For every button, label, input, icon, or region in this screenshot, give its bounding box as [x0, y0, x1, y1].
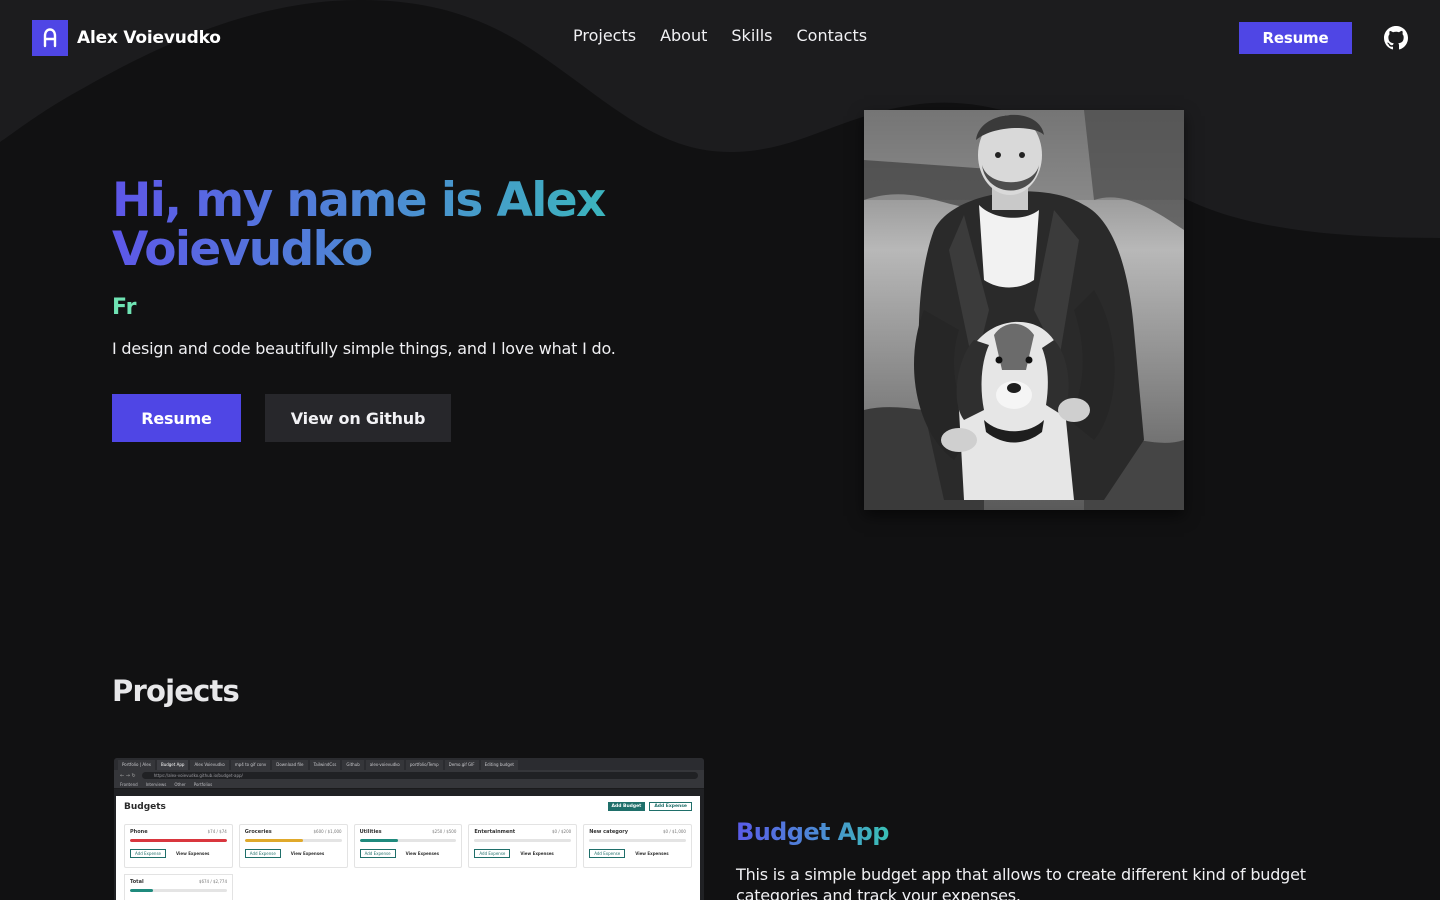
budget-card-progress	[244, 839, 303, 842]
browser-address-bar: ← → ↻ https://alex-voievudko.github.io/b…	[114, 770, 704, 781]
budget-card-name: Groceries	[244, 829, 272, 835]
budget-card-view-expenses: View Expenses	[290, 851, 325, 856]
budget-card-view-expenses: View Expenses	[405, 851, 440, 856]
nav-link-about[interactable]: About	[660, 26, 707, 45]
browser-tab: Portfolio | Alex	[118, 760, 155, 770]
budget-card-add-expense: Add Expense	[589, 849, 626, 858]
budget-card-progress	[130, 839, 227, 842]
bookmark: Other	[174, 782, 186, 787]
logo-text: Alex Voievudko	[77, 28, 221, 48]
browser-tab: portfolio/Temp	[405, 760, 443, 770]
nav-link-projects[interactable]: Projects	[573, 26, 636, 45]
github-link[interactable]	[1384, 26, 1408, 50]
budget-app-page: Budgets Add Budget Add Expense Phone $74 …	[116, 796, 700, 900]
project-description: This is a simple budget app that allows …	[736, 865, 1306, 900]
logo-mark-icon	[32, 20, 68, 56]
budget-card-add-expense: Add Expense	[474, 849, 511, 858]
browser-tab: alex-voievudko	[365, 760, 404, 770]
project-name: Budget App	[736, 818, 889, 846]
browser-nav-icons: ← → ↻	[120, 772, 136, 779]
budget-card: Entertainment $0 / $200 Add Expense View Ex…	[468, 824, 578, 868]
budget-cards: Phone $74 / $74 Add Expense View Expenses Gr…	[124, 824, 692, 868]
budget-card-amount: $74 / $74	[207, 829, 227, 834]
browser-tab: mp4 to gif conv	[230, 760, 271, 770]
bookmark: Interviews	[145, 782, 167, 787]
github-icon	[1384, 26, 1408, 50]
site-header: Alex Voievudko Projects About Skills Con…	[0, 0, 1440, 76]
add-expense-button: Add Expense	[649, 802, 692, 811]
header-resume-button[interactable]: Resume	[1239, 22, 1352, 54]
hero-description: I design and code beautifully simple thi…	[112, 339, 616, 358]
bookmark: Portfolios	[193, 782, 213, 787]
hero-typed-text: Fr	[112, 295, 137, 320]
budget-total-progress	[130, 889, 154, 892]
hero-title: Hi, my name is Alex Voievudko	[112, 176, 672, 274]
profile-photo	[864, 110, 1184, 510]
budget-card-name: Entertainment	[474, 829, 516, 835]
browser-tab: Demo.gif GIF	[444, 760, 479, 770]
browser-tab: Github	[342, 760, 364, 770]
budget-total-card: Total $674 / $2,774	[124, 874, 233, 900]
browser-url: https://alex-voievudko.github.io/budget-…	[141, 772, 698, 779]
browser-tab: Alex Voievudko	[190, 760, 229, 770]
budget-card-progress	[359, 839, 399, 842]
view-on-github-button[interactable]: View on Github	[265, 394, 451, 442]
budget-card-view-expenses: View Expenses	[176, 851, 210, 856]
nav-link-contacts[interactable]: Contacts	[796, 26, 867, 45]
budget-card-amount: $0 / $200	[552, 829, 572, 834]
budget-card: New category $0 / $1,000 Add Expense View E…	[583, 824, 692, 868]
budget-card-name: New category	[589, 829, 628, 835]
budget-card-name: Utilities	[359, 829, 382, 835]
budget-card: Phone $74 / $74 Add Expense View Expenses	[124, 824, 233, 868]
budget-card-add-expense: Add Expense	[244, 849, 281, 858]
budget-app-actions: Add Budget Add Expense	[607, 802, 692, 811]
budget-card: Utilities $250 / $500 Add Expense View Expe…	[353, 824, 463, 868]
project-screenshot[interactable]: Portfolio | Alex Budget App Alex Voievud…	[114, 758, 704, 900]
bookmark: Frontend	[120, 782, 138, 787]
browser-tab: Download file	[272, 760, 308, 770]
budget-card-amount: $0 / $1,000	[663, 829, 686, 834]
budget-card-amount: $600 / $1,000	[313, 829, 342, 834]
add-budget-button: Add Budget	[607, 802, 646, 811]
main-nav: Projects About Skills Contacts	[573, 26, 867, 45]
budget-card-add-expense: Add Expense	[130, 849, 166, 858]
projects-section-title: Projects	[112, 674, 240, 708]
hero-resume-button[interactable]: Resume	[112, 394, 241, 442]
budget-card: Groceries $600 / $1,000 Add Expense View Ex…	[238, 824, 348, 868]
browser-tab: Editing budget	[480, 760, 518, 770]
budget-card-view-expenses: View Expenses	[635, 851, 669, 856]
budget-total-amount: $674 / $2,774	[198, 879, 227, 884]
browser-tab-strip: Portfolio | Alex Budget App Alex Voievud…	[114, 758, 704, 770]
budget-card-view-expenses: View Expenses	[520, 851, 554, 856]
nav-link-skills[interactable]: Skills	[731, 26, 772, 45]
budget-total-name: Total	[130, 879, 144, 885]
budget-card-name: Phone	[130, 829, 148, 835]
budget-card-add-expense: Add Expense	[359, 849, 396, 858]
browser-bookmarks-bar: Frontend Interviews Other Portfolios	[114, 781, 704, 789]
browser-tab: Budget App	[156, 760, 189, 770]
budget-card-amount: $250 / $500	[432, 829, 457, 834]
browser-tab: TailwindCss	[309, 760, 341, 770]
site-logo[interactable]: Alex Voievudko	[32, 20, 221, 56]
